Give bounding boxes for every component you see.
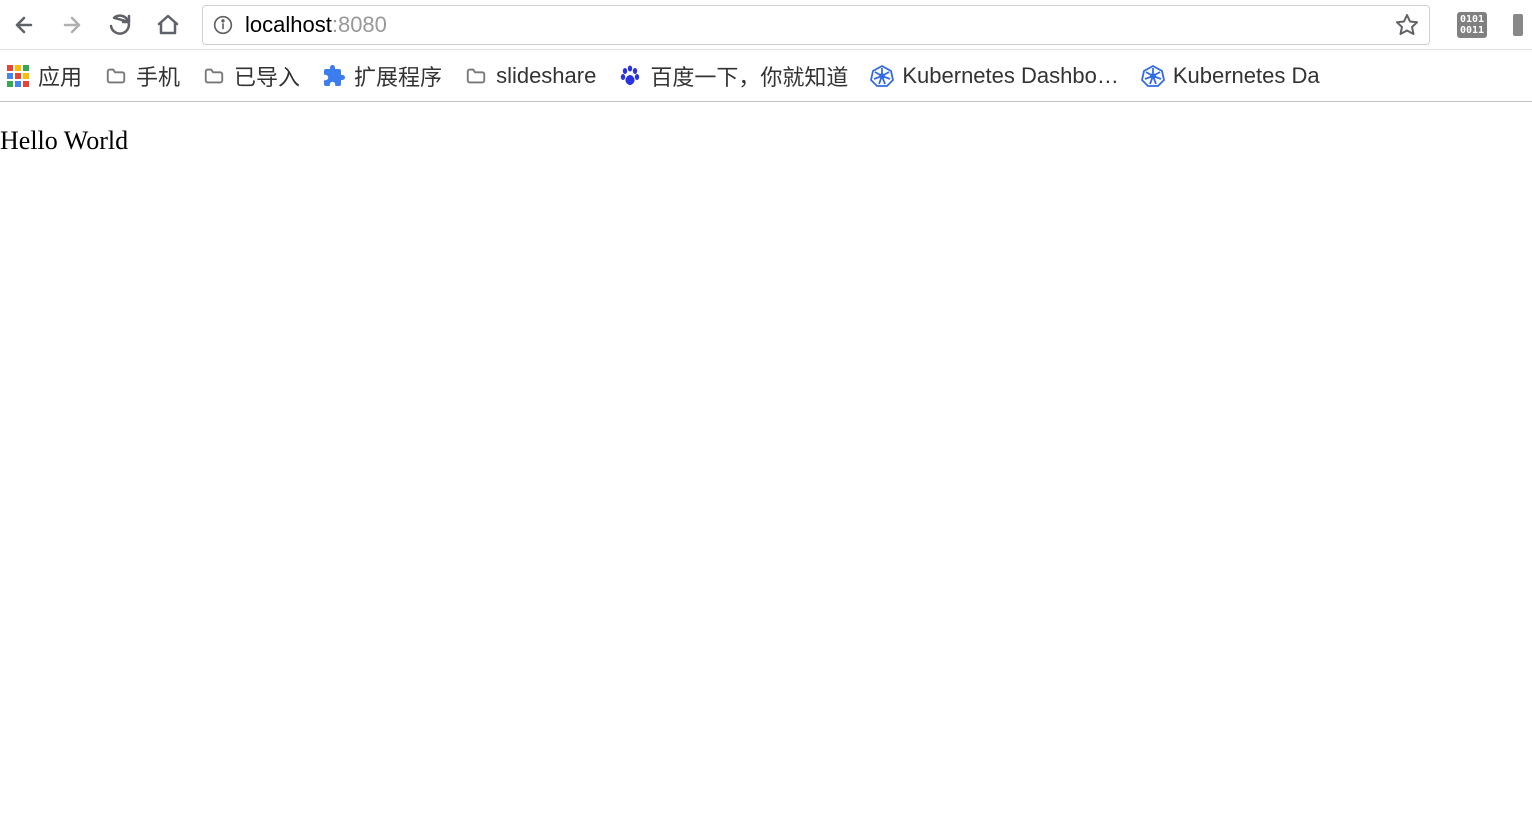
bookmark-label: Kubernetes Da <box>1173 63 1320 89</box>
star-icon <box>1395 13 1419 37</box>
extension-overflow-button[interactable] <box>1508 5 1528 45</box>
overflow-icon <box>1513 14 1523 36</box>
home-icon <box>156 13 180 37</box>
url-port: :8080 <box>332 12 387 38</box>
folder-icon <box>464 64 488 88</box>
bookmark-k8s-dashboard-2[interactable]: Kubernetes Da <box>1141 63 1320 89</box>
bookmark-label: 应用 <box>38 60 82 92</box>
arrow-right-icon <box>60 13 84 37</box>
apps-icon <box>6 64 30 88</box>
folder-icon <box>104 64 128 88</box>
bookmark-label: 手机 <box>136 60 180 92</box>
browser-toolbar: localhost:8080 0101 0011 <box>0 0 1532 50</box>
bookmark-folder-imported[interactable]: 已导入 <box>202 60 300 92</box>
puzzle-icon <box>322 64 346 88</box>
page-content: Hello World <box>0 102 1532 156</box>
bookmark-label: 扩展程序 <box>354 60 442 92</box>
bookmark-label: Kubernetes Dashbo… <box>902 63 1118 89</box>
folder-icon <box>202 64 226 88</box>
bookmark-folder-phone[interactable]: 手机 <box>104 60 180 92</box>
bookmark-star-button[interactable] <box>1395 13 1419 37</box>
forward-button[interactable] <box>52 5 92 45</box>
kubernetes-icon <box>870 64 894 88</box>
back-button[interactable] <box>4 5 44 45</box>
bookmark-label: 已导入 <box>234 60 300 92</box>
extension-binary-button[interactable]: 0101 0011 <box>1452 5 1492 45</box>
arrow-left-icon <box>12 13 36 37</box>
bookmark-label: slideshare <box>496 63 596 89</box>
bookmark-apps[interactable]: 应用 <box>6 60 82 92</box>
url-text: localhost:8080 <box>245 12 1395 38</box>
bookmark-k8s-dashboard-1[interactable]: Kubernetes Dashbo… <box>870 63 1118 89</box>
baidu-icon <box>618 64 642 88</box>
binary-icon: 0101 0011 <box>1457 12 1487 38</box>
bookmarks-bar: 应用 手机 已导入 扩展程序 slideshare <box>0 50 1532 102</box>
bookmark-folder-slideshare[interactable]: slideshare <box>464 63 596 89</box>
reload-button[interactable] <box>100 5 140 45</box>
bookmark-baidu[interactable]: 百度一下，你就知道 <box>618 60 848 92</box>
bookmark-label: 百度一下，你就知道 <box>650 60 848 92</box>
address-bar[interactable]: localhost:8080 <box>202 5 1430 45</box>
site-info-icon[interactable] <box>213 15 233 35</box>
kubernetes-icon <box>1141 64 1165 88</box>
bookmark-extensions[interactable]: 扩展程序 <box>322 60 442 92</box>
reload-icon <box>108 13 132 37</box>
page-body-text: Hello World <box>0 126 128 155</box>
home-button[interactable] <box>148 5 188 45</box>
url-host: localhost <box>245 12 332 38</box>
